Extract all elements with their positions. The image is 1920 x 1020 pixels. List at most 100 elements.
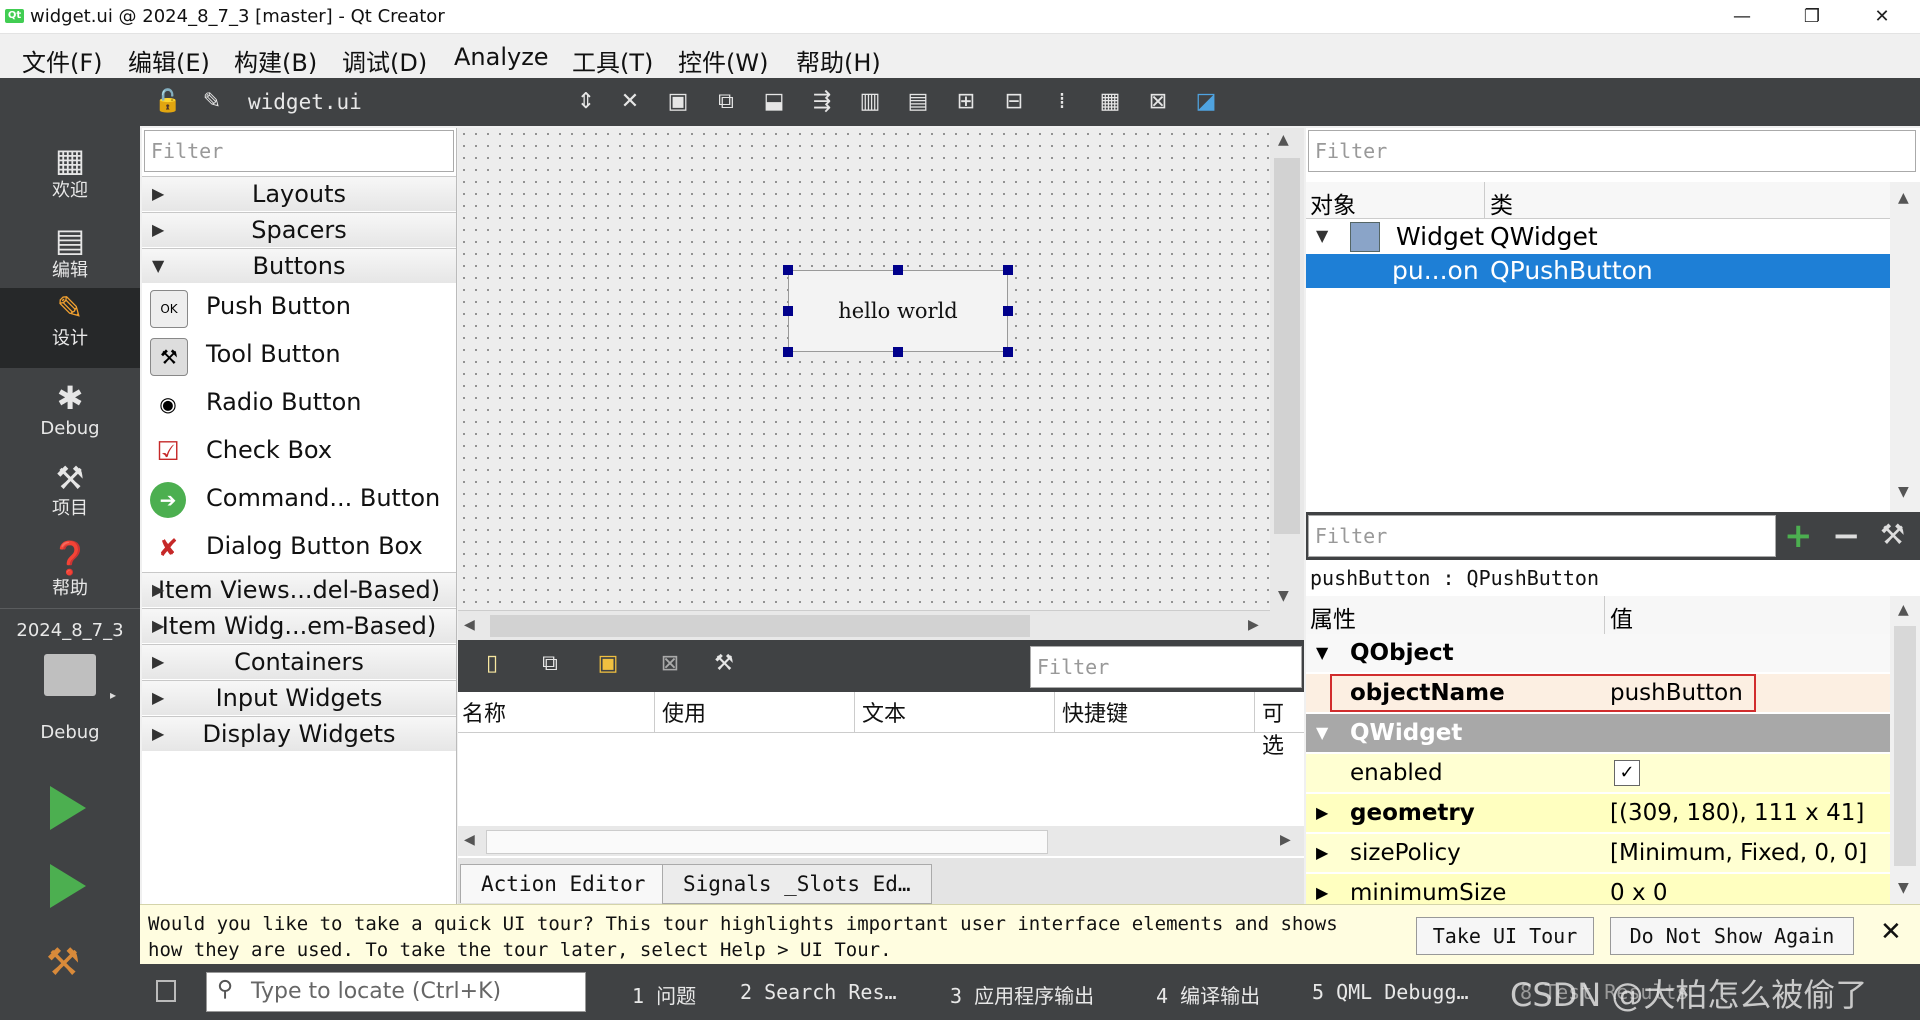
resize-handle[interactable]	[783, 347, 793, 357]
menu-debug[interactable]: 调试(D)	[342, 43, 427, 78]
category-spacers[interactable]: ▶ Spacers	[142, 212, 456, 247]
collapse-arrow-icon[interactable]: ▼	[1316, 634, 1328, 672]
mode-debug[interactable]: ✱ Debug	[0, 378, 140, 458]
build-hammer-icon[interactable]: ⚒	[46, 940, 80, 984]
category-input-widgets[interactable]: ▶ Input Widgets	[142, 680, 456, 715]
scroll-up-icon[interactable]: ▲	[1898, 602, 1909, 618]
resize-handle[interactable]	[893, 265, 903, 275]
object-row-widget[interactable]: ▼ Widget QWidget	[1306, 220, 1890, 254]
mode-welcome[interactable]: ▦ 欢迎	[0, 140, 140, 220]
category-item-views[interactable]: ▶ Item Views...del-Based)	[142, 572, 456, 607]
copy-action-icon[interactable]: ⧉	[534, 648, 566, 680]
run-icon[interactable]	[50, 786, 86, 830]
column-object[interactable]: 对象	[1310, 186, 1356, 220]
menu-tools[interactable]: 工具(T)	[572, 43, 653, 78]
object-row-pushbutton[interactable]: pu...on QPushButton	[1306, 254, 1890, 288]
expand-arrow-icon[interactable]: ▶	[1316, 794, 1328, 832]
edit-widgets-icon[interactable]: ▣	[662, 86, 694, 118]
canvas-vertical-scrollbar[interactable]: ▲ ▼	[1270, 128, 1304, 610]
scroll-down-icon[interactable]: ▼	[1898, 484, 1909, 500]
widget-radio-button[interactable]: ◉ Radio Button	[142, 380, 456, 428]
property-row-geometry[interactable]: ▶ geometry [(309, 180), 111 x 41]	[1306, 794, 1890, 832]
edit-signals-slots-icon[interactable]: ⧉	[710, 86, 742, 118]
layout-v-splitter-icon[interactable]: ⊟	[998, 86, 1030, 118]
resize-handle[interactable]	[783, 306, 793, 316]
scroll-up-icon[interactable]: ▲	[1898, 190, 1909, 206]
layout-form-icon[interactable]: ⁞	[1046, 86, 1078, 118]
scrollbar-thumb[interactable]	[486, 830, 1048, 854]
scroll-left-icon[interactable]: ◀	[464, 617, 475, 633]
canvas-horizontal-scrollbar[interactable]: ◀ ▶	[458, 610, 1270, 641]
scroll-right-icon[interactable]: ▶	[1280, 832, 1291, 848]
scroll-right-icon[interactable]: ▶	[1248, 617, 1259, 633]
scrollbar-thumb[interactable]	[490, 615, 1030, 637]
lock-icon[interactable]: 🔓	[152, 86, 184, 118]
property-value[interactable]: 0 x 0	[1610, 874, 1668, 904]
output-tab-search-results[interactable]: 2 Search Res…	[740, 980, 897, 1004]
property-filter-input[interactable]: Filter	[1308, 515, 1776, 557]
enabled-checkbox[interactable]: ✓	[1614, 760, 1640, 786]
scroll-down-icon[interactable]: ▼	[1898, 880, 1909, 896]
layout-h-splitter-icon[interactable]: ⊞	[950, 86, 982, 118]
output-tab-application-output[interactable]: 3 应用程序输出	[950, 980, 1094, 1009]
output-tab-issues[interactable]: 1 问题	[632, 980, 696, 1009]
resize-handle[interactable]	[1003, 347, 1013, 357]
tab-action-editor[interactable]: Action Editor	[460, 864, 667, 903]
column-shortcut[interactable]: 快捷键	[1062, 696, 1128, 728]
take-ui-tour-button[interactable]: Take UI Tour	[1416, 917, 1594, 955]
object-filter-input[interactable]: Filter	[1308, 130, 1916, 172]
maximize-button[interactable]: ❐	[1792, 4, 1832, 30]
edit-buddies-icon[interactable]: ⬓	[758, 86, 790, 118]
widget-push-button[interactable]: OK Push Button	[142, 284, 456, 332]
new-action-icon[interactable]: ▯	[476, 648, 508, 680]
category-containers[interactable]: ▶ Containers	[142, 644, 456, 679]
break-layout-icon[interactable]: ⊠	[1142, 86, 1174, 118]
menu-file[interactable]: 文件(F)	[22, 43, 103, 78]
open-file-name[interactable]: widget.ui	[248, 90, 362, 114]
paste-action-icon[interactable]: ▣	[592, 648, 624, 680]
scrollbar-thumb[interactable]	[1894, 626, 1916, 866]
edit-tab-order-icon[interactable]: ⇶	[806, 86, 838, 118]
column-property[interactable]: 属性	[1310, 600, 1356, 634]
menu-edit[interactable]: 编辑(E)	[128, 43, 210, 78]
monitor-icon[interactable]	[44, 654, 96, 696]
scrollbar-thumb[interactable]	[1274, 158, 1300, 534]
add-property-icon[interactable]: +	[1784, 516, 1813, 556]
column-value[interactable]: 值	[1610, 600, 1633, 634]
widget-command-link-button[interactable]: ➔ Command... Button	[142, 476, 456, 524]
configure-action-icon[interactable]: ⚒	[708, 648, 740, 680]
action-horizontal-scrollbar[interactable]: ◀ ▶	[458, 826, 1304, 856]
column-name[interactable]: 名称	[462, 696, 506, 728]
column-checkable[interactable]: 可选	[1262, 696, 1304, 760]
property-row-minimumsize[interactable]: ▶ minimumSize 0 x 0	[1306, 874, 1890, 904]
menu-build[interactable]: 构建(B)	[234, 43, 317, 78]
widget-check-box[interactable]: ☑ Check Box	[142, 428, 456, 476]
menu-help[interactable]: 帮助(H)	[796, 43, 881, 78]
close-document-icon[interactable]: ✕	[614, 86, 646, 118]
collapse-arrow-icon[interactable]: ▼	[1316, 226, 1328, 245]
scroll-down-icon[interactable]: ▼	[1278, 588, 1289, 604]
menu-analyze[interactable]: Analyze	[454, 43, 549, 71]
category-display-widgets[interactable]: ▶ Display Widgets	[142, 716, 456, 751]
action-filter-input[interactable]: Filter	[1030, 646, 1302, 688]
layout-horizontal-icon[interactable]: ▥	[854, 86, 886, 118]
property-row-objectname[interactable]: objectName pushButton	[1306, 674, 1890, 712]
widget-tool-button[interactable]: ⚒ Tool Button	[142, 332, 456, 380]
expand-arrow-icon[interactable]: ▶	[1316, 834, 1328, 872]
object-vertical-scrollbar[interactable]: ▲ ▼	[1890, 182, 1920, 512]
close-infobar-icon[interactable]: ✕	[1880, 917, 1902, 947]
collapse-arrow-icon[interactable]: ▼	[1316, 714, 1328, 752]
mode-design[interactable]: ✎ 设计	[0, 288, 140, 368]
column-text[interactable]: 文本	[862, 696, 906, 728]
resize-handle[interactable]	[1003, 265, 1013, 275]
toggle-sidebar-icon[interactable]	[156, 980, 176, 1002]
scroll-left-icon[interactable]: ◀	[464, 832, 475, 848]
configure-property-icon[interactable]: ⚒	[1880, 518, 1905, 551]
category-item-widgets[interactable]: ▶ Item Widg...em-Based)	[142, 608, 456, 643]
group-qobject[interactable]: ▼ QObject	[1306, 634, 1890, 672]
locator-input[interactable]: ⚲ Type to locate (Ctrl+K)	[206, 972, 586, 1012]
debug-run-icon[interactable]	[50, 864, 86, 908]
remove-property-icon[interactable]: −	[1832, 516, 1861, 556]
minimize-button[interactable]: —	[1722, 4, 1762, 30]
do-not-show-again-button[interactable]: Do Not Show Again	[1610, 917, 1854, 955]
